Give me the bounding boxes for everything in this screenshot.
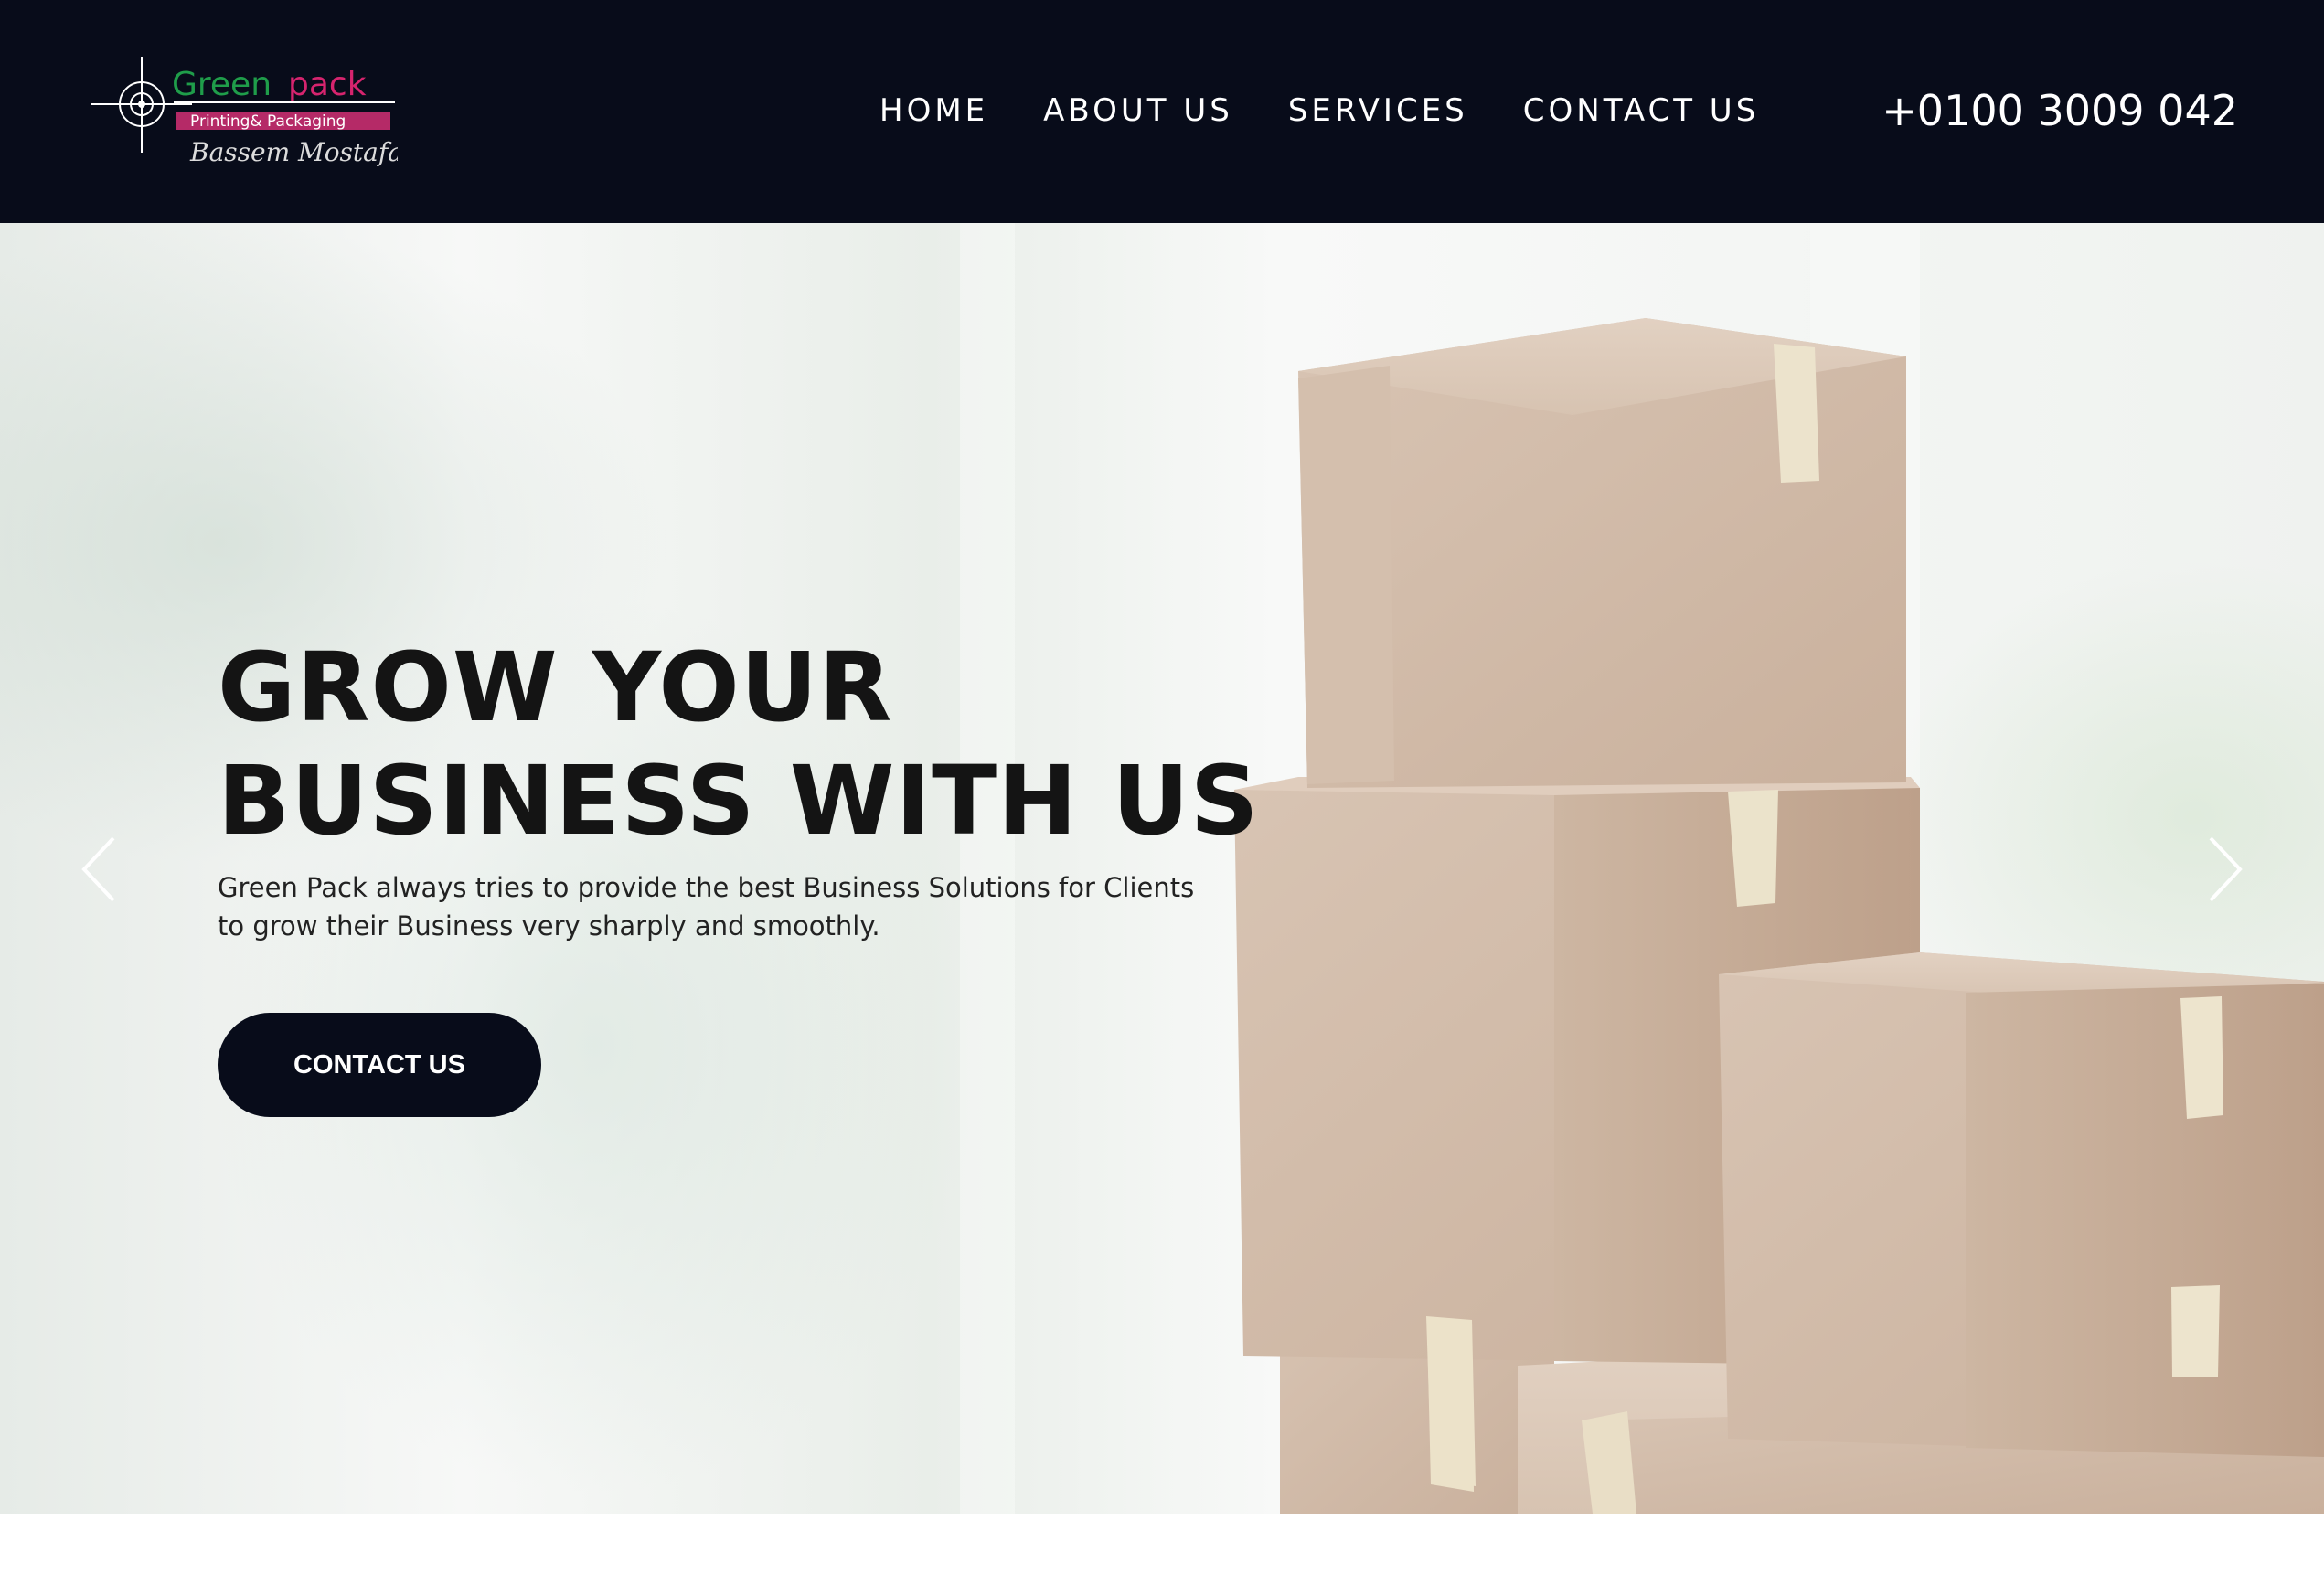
hero-title-line2: BUSINESS WITH US: [218, 745, 1260, 856]
slider-prev-button[interactable]: [73, 833, 128, 906]
svg-text:Bassem Mostafa: Bassem Mostafa: [189, 137, 398, 167]
hero-slider: GROW YOUR BUSINESS WITH US Green Pack al…: [0, 223, 2324, 1514]
hero-title-line1: GROW YOUR: [218, 632, 893, 743]
svg-text:Green: Green: [172, 66, 272, 103]
hero-title: GROW YOUR BUSINESS WITH US: [218, 631, 1260, 857]
contact-us-button[interactable]: CONTACT US: [218, 1013, 541, 1117]
hero-subtitle: Green Pack always tries to provide the b…: [218, 872, 1195, 941]
nav-about-us[interactable]: ABOUT US: [1043, 92, 1233, 129]
site-header: Green pack Printing& Packaging Bassem Mo…: [0, 0, 2324, 223]
nav-contact-us[interactable]: CONTACT US: [1523, 92, 1760, 129]
slider-next-button[interactable]: [2196, 833, 2251, 906]
brand-logo[interactable]: Green pack Printing& Packaging Bassem Mo…: [91, 57, 403, 174]
chevron-right-icon: [2209, 836, 2243, 902]
phone-number[interactable]: +0100 3009 042: [1882, 86, 2238, 135]
main-nav: HOME ABOUT US SERVICES CONTACT US: [879, 92, 1759, 129]
svg-text:Printing& Packaging: Printing& Packaging: [190, 112, 346, 131]
logo-icon: Green pack Printing& Packaging Bassem Mo…: [91, 57, 403, 167]
nav-home[interactable]: HOME: [879, 92, 988, 129]
chevron-left-icon: [81, 836, 115, 902]
nav-services[interactable]: SERVICES: [1288, 92, 1468, 129]
svg-text:pack: pack: [288, 66, 367, 103]
